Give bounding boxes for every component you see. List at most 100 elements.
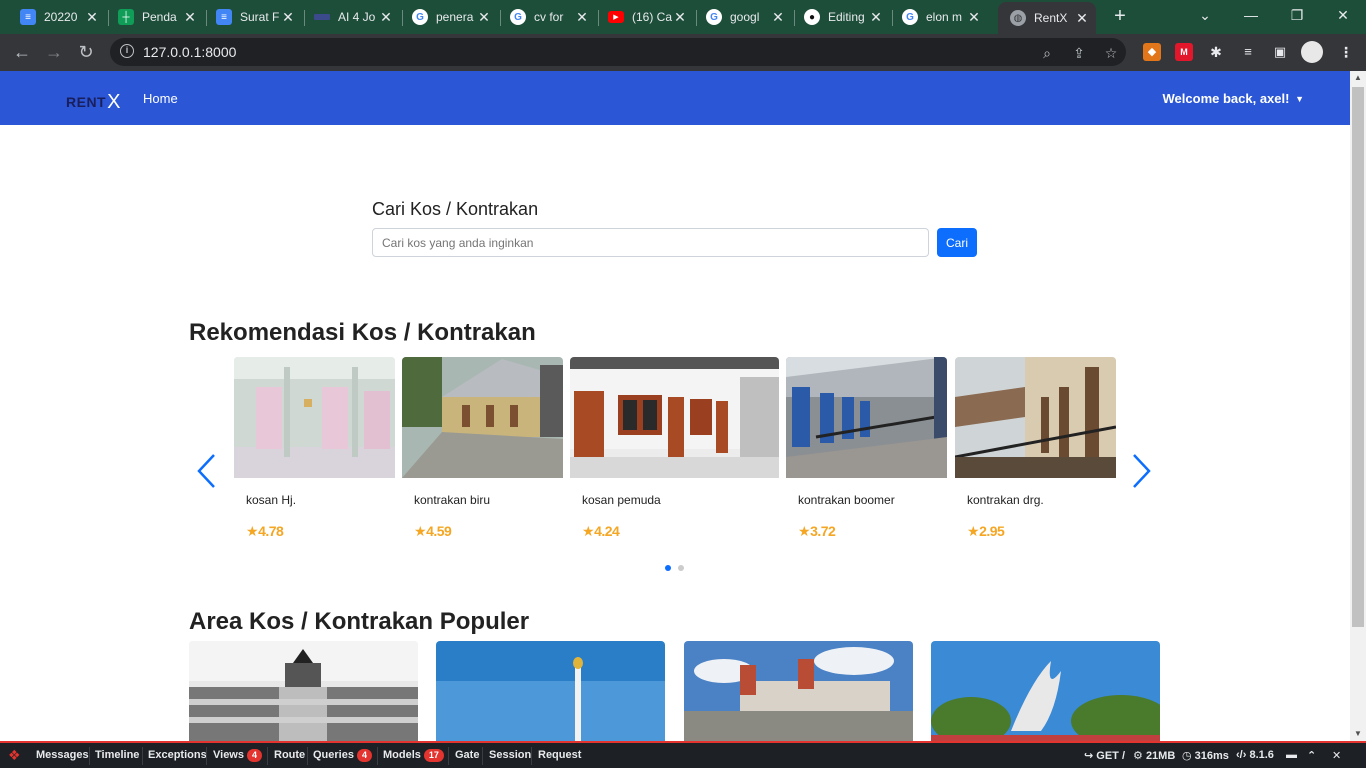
area-card[interactable]: [684, 641, 913, 741]
listing-rating: ★3.72: [798, 523, 836, 539]
close-icon[interactable]: ✕: [574, 9, 590, 26]
listing-card[interactable]: kontrakan drg. ★2.95: [955, 357, 1116, 540]
browser-tab[interactable]: G penera ✕: [400, 3, 498, 31]
browser-tab[interactable]: ▶ (16) Ca ✕: [596, 3, 694, 31]
debug-tab-models[interactable]: Models 17: [383, 749, 444, 762]
laravel-logo-icon[interactable]: ❖: [8, 747, 21, 764]
debug-tab-exceptions[interactable]: Exceptions: [148, 749, 207, 761]
google-icon: G: [510, 9, 526, 25]
listing-photo: [955, 357, 1116, 478]
debug-tab-views[interactable]: Views 4: [213, 749, 263, 762]
browser-tab[interactable]: G elon m ✕: [890, 3, 988, 31]
url-text[interactable]: 127.0.0.1:8000: [143, 44, 236, 60]
close-icon[interactable]: ✕: [966, 9, 982, 26]
restore-icon[interactable]: ❐: [1274, 0, 1320, 30]
bookmark-star-icon[interactable]: ☆: [1102, 44, 1120, 62]
area-photo: [436, 641, 665, 741]
debug-close-icon[interactable]: ✕: [1332, 749, 1341, 762]
close-icon[interactable]: ✕: [770, 9, 786, 26]
side-panel-icon[interactable]: ▣: [1271, 43, 1289, 61]
recommend-title: Rekomendasi Kos / Kontrakan: [189, 319, 536, 346]
listing-card[interactable]: kosan Hj. ★4.78: [234, 357, 395, 540]
browser-tab[interactable]: ≡ Surat F ✕: [204, 3, 302, 31]
star-icon: ★: [967, 523, 980, 539]
browser-tab[interactable]: ≡ 20220 ✕: [8, 3, 106, 31]
minimize-icon[interactable]: —: [1228, 0, 1274, 30]
window-close-icon[interactable]: ✕: [1320, 0, 1366, 30]
debug-divider: [377, 747, 378, 765]
browser-tab-active[interactable]: ◍ RentX ✕: [998, 2, 1096, 34]
debug-divider: [142, 747, 143, 765]
star-icon: ★: [798, 523, 811, 539]
scrollbar-thumb[interactable]: [1352, 87, 1364, 627]
user-dropdown[interactable]: Welcome back, axel! ▼: [1163, 91, 1304, 106]
reload-icon[interactable]: ↻: [74, 40, 98, 64]
site-info-icon[interactable]: i: [120, 44, 134, 58]
listing-card[interactable]: kontrakan boomer ★3.72: [786, 357, 947, 540]
browser-tab[interactable]: AI 4 Jo ✕: [302, 3, 400, 31]
debug-tab-timeline[interactable]: Timeline: [95, 749, 139, 761]
area-card[interactable]: [436, 641, 665, 741]
browser-tab[interactable]: ● Editing ✕: [792, 3, 890, 31]
listing-card[interactable]: kontrakan biru ★4.59: [402, 357, 563, 540]
browser-tab[interactable]: G googl ✕: [694, 3, 792, 31]
debug-divider: [448, 747, 449, 765]
search-section: Cari Kos / Kontrakan Cari: [372, 199, 978, 257]
page-scrollbar[interactable]: ▲ ▼: [1350, 71, 1366, 741]
media-control-icon[interactable]: ≡: [1239, 43, 1257, 61]
listing-photo: [402, 357, 563, 478]
google-icon: G: [902, 9, 918, 25]
listing-card[interactable]: kosan pemuda ★4.24: [570, 357, 779, 540]
queries-count-badge: 4: [356, 749, 372, 762]
folder-icon[interactable]: ▬: [1286, 749, 1297, 761]
new-tab-icon[interactable]: +: [1108, 4, 1132, 28]
close-icon[interactable]: ✕: [476, 9, 492, 26]
listing-name: kontrakan boomer: [798, 493, 895, 507]
scroll-up-icon[interactable]: ▲: [1350, 71, 1366, 85]
close-icon[interactable]: ✕: [1074, 10, 1090, 27]
menu-icon[interactable]: ⋮: [1337, 43, 1355, 61]
brand-logo[interactable]: RENTX: [66, 90, 121, 113]
carousel-indicator[interactable]: [665, 565, 671, 571]
debug-tab-gate[interactable]: Gate: [455, 749, 479, 761]
close-icon[interactable]: ✕: [672, 9, 688, 26]
close-icon[interactable]: ✕: [182, 9, 198, 26]
debug-memory: ⚙ 21MB: [1133, 750, 1176, 762]
carousel-indicator[interactable]: [678, 565, 684, 571]
forward-icon[interactable]: →: [42, 40, 66, 64]
debug-tab-session[interactable]: Session: [489, 749, 531, 761]
debug-tab-route[interactable]: Route: [274, 749, 305, 761]
debug-route-info[interactable]: ↪ GET /: [1084, 749, 1125, 762]
tab-search-icon[interactable]: ⌄: [1182, 0, 1228, 30]
share-icon[interactable]: ⇪: [1070, 44, 1088, 62]
extensions-puzzle-icon[interactable]: ✱: [1207, 43, 1225, 61]
debug-tab-request[interactable]: Request: [538, 749, 581, 761]
scroll-down-icon[interactable]: ▼: [1350, 727, 1366, 741]
debug-divider: [531, 747, 532, 765]
close-icon[interactable]: ✕: [84, 9, 100, 26]
youtube-icon: ▶: [608, 11, 624, 23]
area-title: Area Kos / Kontrakan Populer: [189, 608, 530, 635]
google-sheets-icon: ┼: [118, 9, 134, 25]
browser-tab[interactable]: ┼ Penda ✕: [106, 3, 204, 31]
carousel-next-icon[interactable]: [1130, 452, 1154, 490]
close-icon[interactable]: ✕: [868, 9, 884, 26]
metamask-extension-icon[interactable]: ◆: [1143, 43, 1161, 61]
back-icon[interactable]: ←: [10, 40, 34, 64]
debug-tab-messages[interactable]: Messages: [36, 749, 89, 761]
maximize-icon[interactable]: ⌃: [1307, 749, 1316, 762]
area-card[interactable]: [931, 641, 1160, 741]
search-input[interactable]: [372, 228, 929, 257]
profile-avatar[interactable]: [1301, 41, 1323, 63]
extension-icon[interactable]: M: [1175, 43, 1193, 61]
address-bar[interactable]: i 127.0.0.1:8000 ⌕ ⇪ ☆: [110, 38, 1126, 66]
debug-tab-queries[interactable]: Queries 4: [313, 749, 372, 762]
area-card[interactable]: [189, 641, 418, 741]
search-button[interactable]: Cari: [937, 228, 977, 257]
carousel-prev-icon[interactable]: [194, 452, 218, 490]
zoom-icon[interactable]: ⌕: [1038, 44, 1056, 62]
close-icon[interactable]: ✕: [378, 9, 394, 26]
nav-home-link[interactable]: Home: [143, 91, 178, 106]
browser-tab[interactable]: G cv for ✕: [498, 3, 596, 31]
close-icon[interactable]: ✕: [280, 9, 296, 26]
